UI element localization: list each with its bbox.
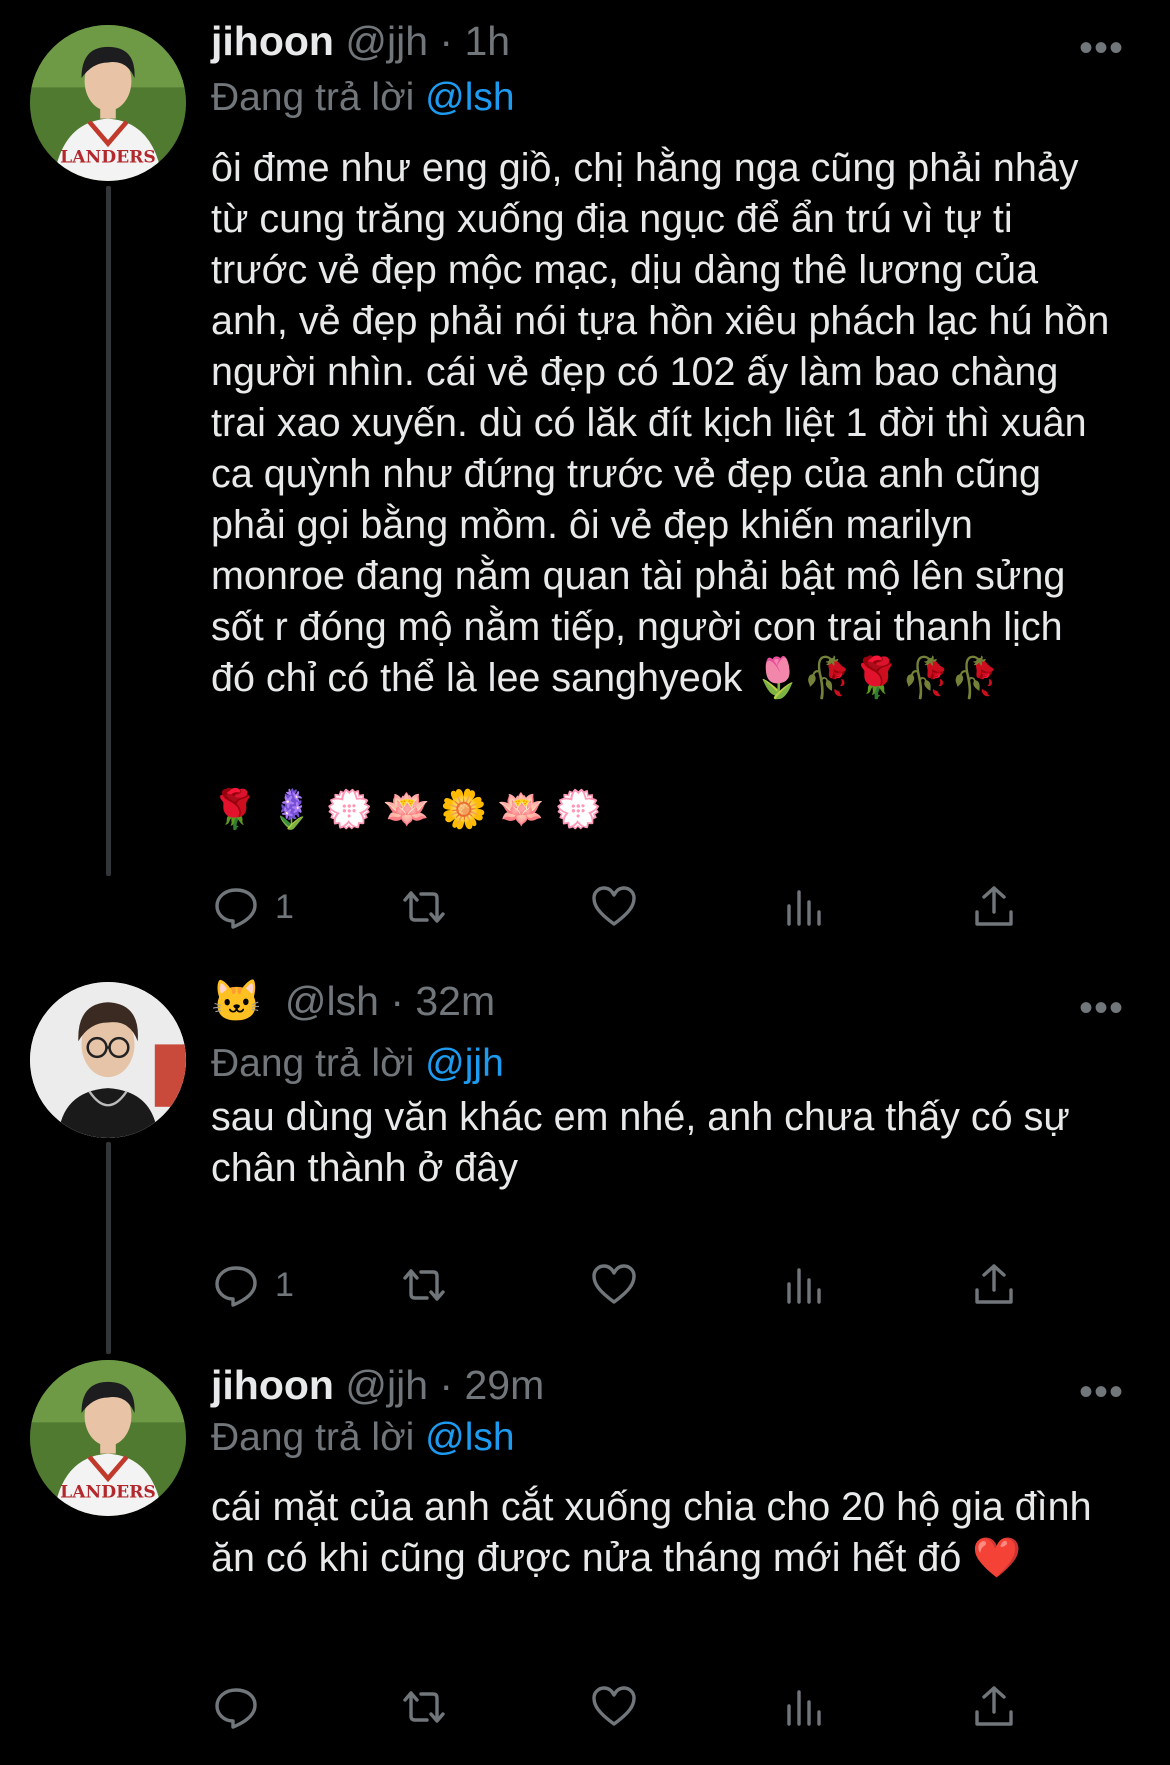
reply-thread: LANDERS jihoon @jjh · 1h ••• Đang trả lờ… xyxy=(0,0,1170,1765)
user-handle[interactable]: @jjh xyxy=(345,18,428,64)
reply-mention-link[interactable]: @lsh xyxy=(425,1416,514,1459)
reply-mention-link[interactable]: @jjh xyxy=(425,1042,504,1085)
retweet-icon xyxy=(403,891,445,923)
user-handle[interactable]: @jjh xyxy=(345,1362,428,1408)
tweet-text: ôi đme như eng giồ, chị hằng nga cũng ph… xyxy=(211,146,1110,700)
reply-button[interactable]: 1 xyxy=(211,1255,294,1315)
views-icon xyxy=(787,1690,821,1726)
tweet-header: 🐱 @lsh · 32m xyxy=(211,978,495,1026)
separator-dot: · xyxy=(439,18,454,64)
views-icon xyxy=(787,890,821,926)
reply-count: 1 xyxy=(275,1265,294,1304)
reply-prefix: Đang trả lời xyxy=(211,1416,426,1459)
reply-prefix: Đang trả lời xyxy=(211,1042,426,1085)
svg-text:LANDERS: LANDERS xyxy=(60,147,156,167)
display-name[interactable]: jihoon xyxy=(211,18,334,64)
retweet-icon xyxy=(403,1269,445,1301)
tweet[interactable]: LANDERS jihoon @jjh · 1h ••• Đang trả lờ… xyxy=(0,0,1170,960)
tweet-text: cái mặt của anh cắt xuống chia cho 20 hộ… xyxy=(211,1485,1092,1580)
reply-icon xyxy=(215,1266,257,1307)
reply-context: Đang trả lời @lsh xyxy=(211,1416,515,1460)
avatar[interactable]: LANDERS xyxy=(30,25,186,181)
svg-text:LANDERS: LANDERS xyxy=(60,1482,156,1502)
share-icon xyxy=(975,886,1013,926)
reply-icon xyxy=(215,1688,257,1729)
tweet-header: jihoon @jjh · 1h xyxy=(211,18,510,65)
tweet-text: sau dùng văn khác em nhé, anh chưa thấy … xyxy=(211,1095,1070,1190)
share-button[interactable] xyxy=(969,1677,1019,1737)
share-icon xyxy=(975,1264,1013,1304)
retweet-button[interactable] xyxy=(399,1677,449,1737)
reply-mention-link[interactable]: @lsh xyxy=(425,76,514,119)
reply-icon xyxy=(215,888,257,929)
like-button[interactable] xyxy=(589,877,639,937)
more-options-icon[interactable]: ••• xyxy=(1079,988,1124,1028)
views-button[interactable] xyxy=(779,1677,829,1737)
like-button[interactable] xyxy=(589,1255,639,1315)
display-name[interactable]: jihoon xyxy=(211,1362,334,1408)
reply-button[interactable] xyxy=(211,1677,275,1737)
tweet-actions xyxy=(211,1677,1071,1737)
separator-dot: · xyxy=(439,1362,454,1408)
separator-dot: · xyxy=(390,978,404,1024)
timestamp[interactable]: 32m xyxy=(415,978,495,1024)
timestamp[interactable]: 29m xyxy=(464,1362,544,1408)
like-button[interactable] xyxy=(589,1677,639,1737)
retweet-icon xyxy=(403,1691,445,1723)
tweet-header: jihoon @jjh · 29m xyxy=(211,1362,544,1409)
more-options-icon[interactable]: ••• xyxy=(1079,28,1124,68)
views-button[interactable] xyxy=(779,1255,829,1315)
share-icon xyxy=(975,1686,1013,1726)
share-button[interactable] xyxy=(969,877,1019,937)
tweet-actions: 1 xyxy=(211,1255,1071,1315)
tweet[interactable]: 🐱 @lsh · 32m ••• Đang trả lời @jjh sau d… xyxy=(0,960,1170,1340)
share-button[interactable] xyxy=(969,1255,1019,1315)
reply-prefix: Đang trả lời xyxy=(211,76,426,119)
like-icon xyxy=(592,1686,636,1726)
emoji-line: 🌹🪻💮🪷🌼🪷💮 xyxy=(211,789,613,831)
like-icon xyxy=(592,886,636,926)
display-name-emoji[interactable]: 🐱 xyxy=(211,978,262,1024)
reply-button[interactable]: 1 xyxy=(211,877,294,937)
tweet[interactable]: LANDERS jihoon @jjh · 29m ••• Đang trả l… xyxy=(0,1340,1170,1765)
views-icon xyxy=(787,1268,821,1304)
user-handle[interactable]: @lsh xyxy=(285,978,379,1024)
reply-context: Đang trả lời @lsh xyxy=(211,76,515,120)
reply-context: Đang trả lời @jjh xyxy=(211,1042,504,1086)
views-button[interactable] xyxy=(779,877,829,937)
avatar[interactable]: LANDERS xyxy=(30,1360,186,1516)
retweet-button[interactable] xyxy=(399,1255,449,1315)
reply-count: 1 xyxy=(275,887,294,926)
avatar[interactable] xyxy=(30,982,186,1138)
timestamp[interactable]: 1h xyxy=(464,18,510,64)
like-icon xyxy=(592,1264,636,1304)
retweet-button[interactable] xyxy=(399,877,449,937)
tweet-actions: 1 xyxy=(211,877,1071,937)
more-options-icon[interactable]: ••• xyxy=(1079,1372,1124,1412)
